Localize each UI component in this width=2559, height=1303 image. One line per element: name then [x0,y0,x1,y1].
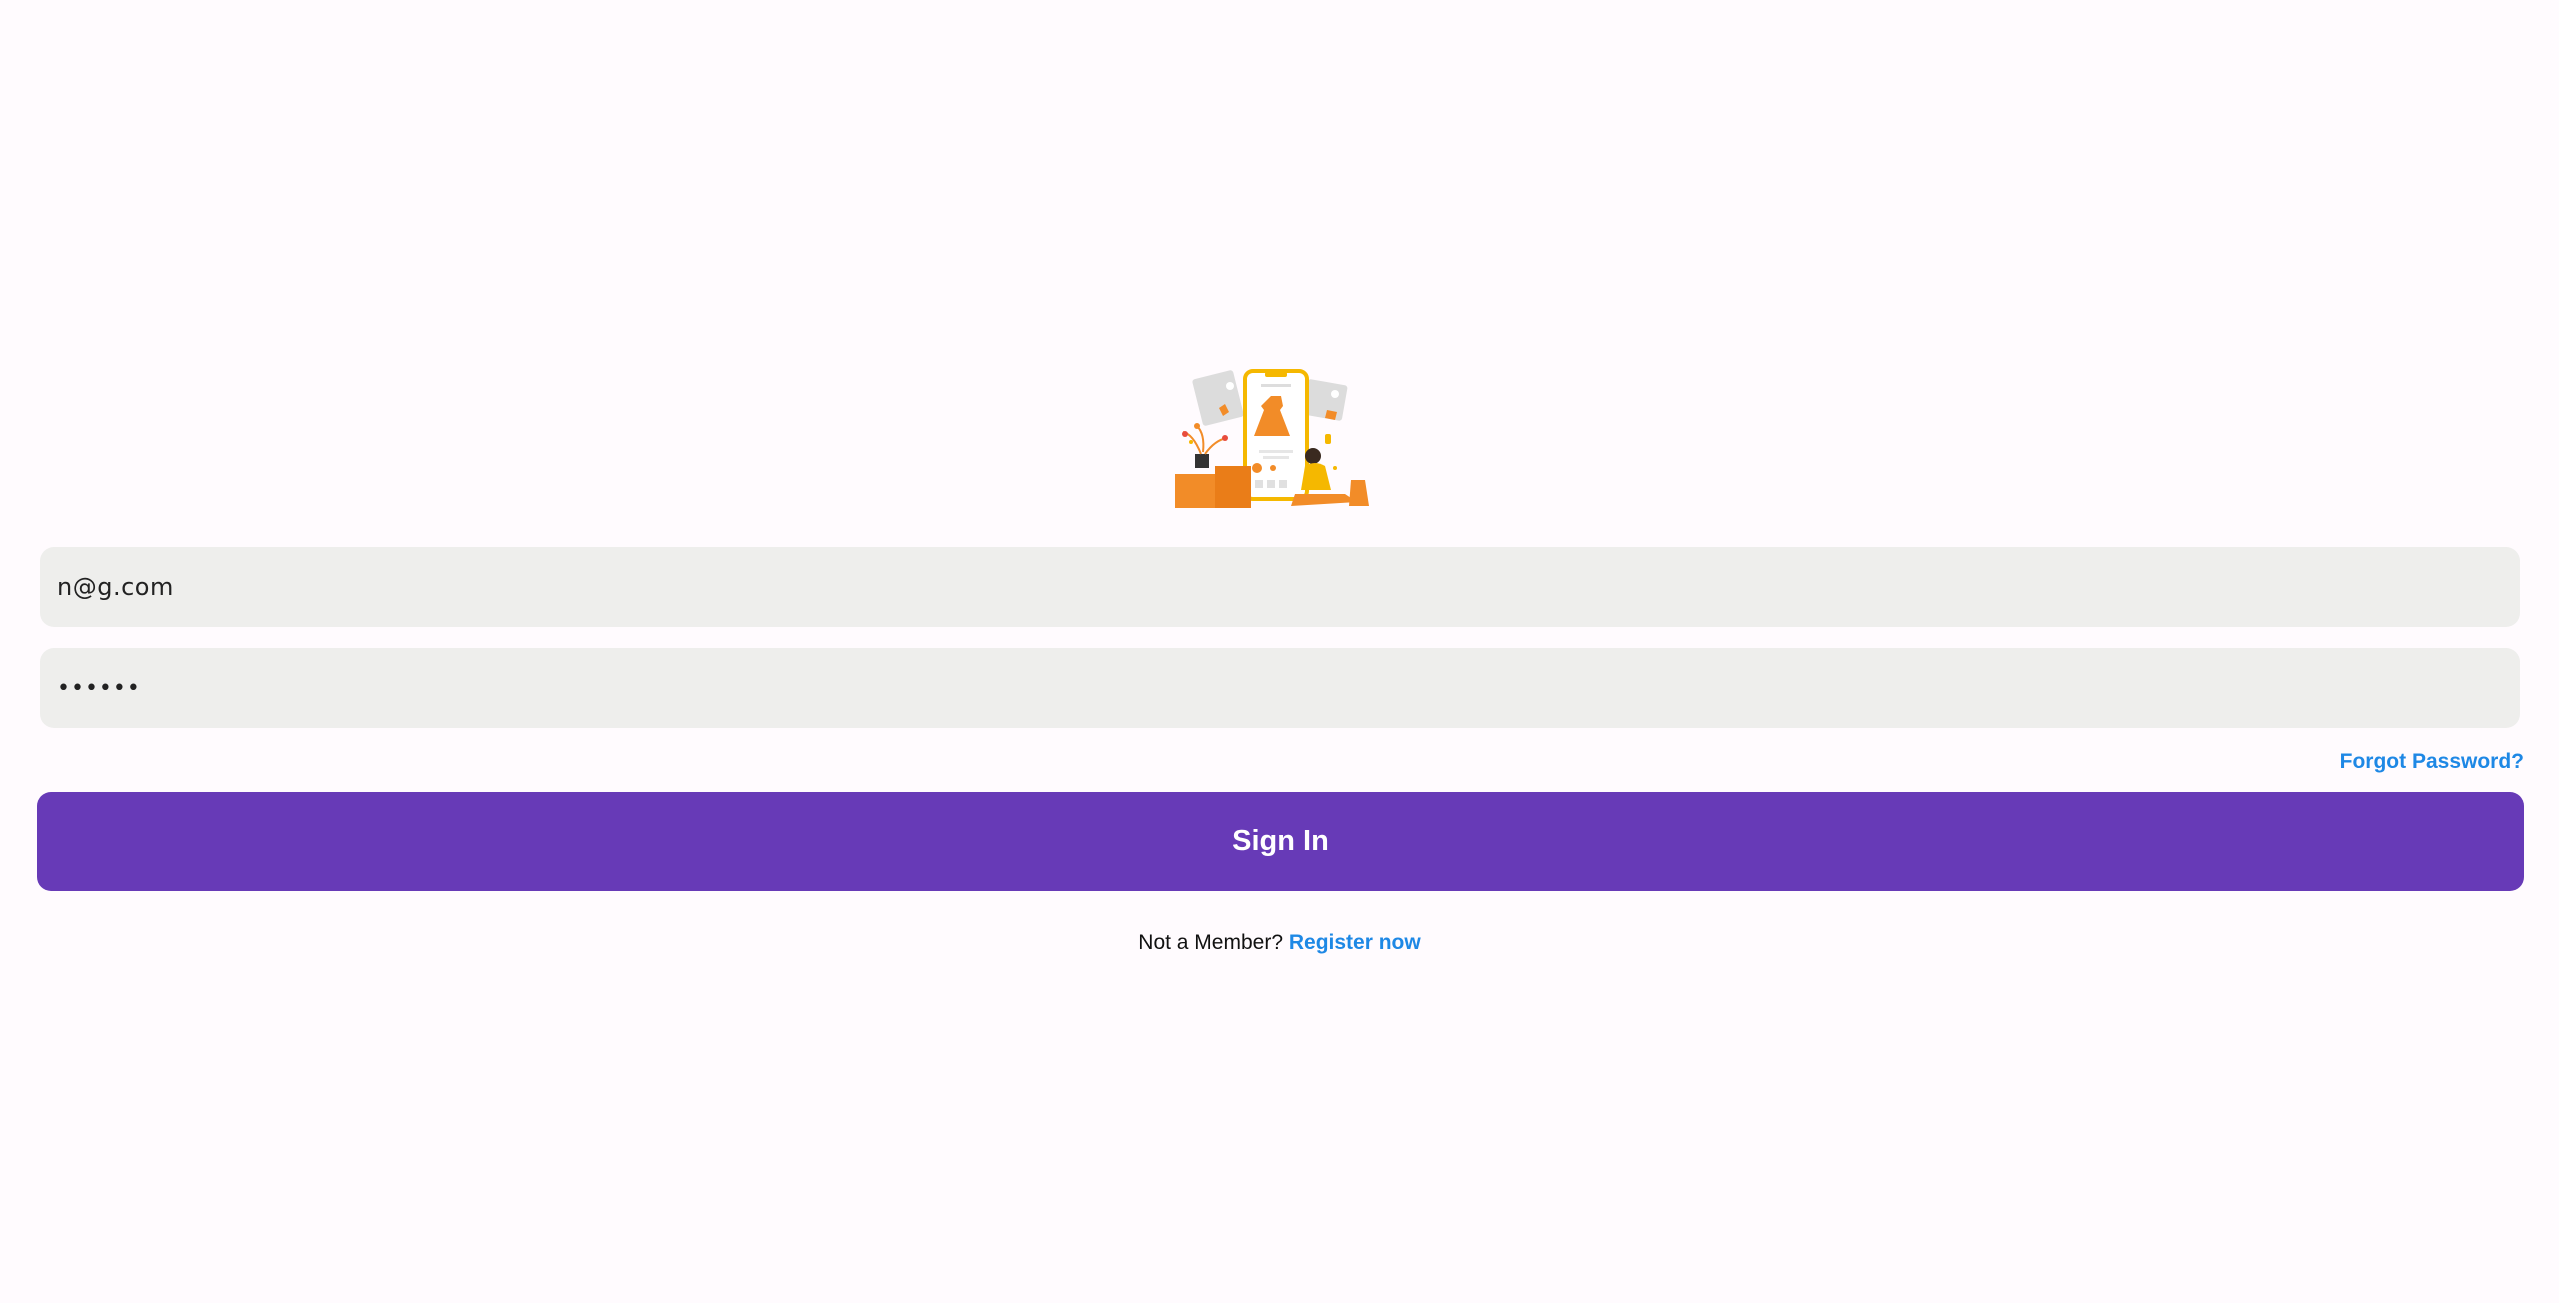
forgot-password-link[interactable]: Forgot Password? [2340,750,2524,774]
sign-in-label: Sign In [1232,825,1329,857]
register-now-link[interactable]: Register now [1289,931,1421,954]
email-value: n@g.com [57,573,174,601]
email-field[interactable]: n@g.com [40,547,2520,627]
not-member-text: Not a Member? [1138,931,1284,954]
sign-in-button[interactable]: Sign In [37,792,2524,891]
shopping-illustration-icon [1175,369,1369,508]
password-field[interactable]: •••••• [40,648,2520,728]
register-prompt: Not a Member? Register now [0,931,2559,955]
login-page: n@g.com •••••• Forgot Password? Sign In … [0,0,2559,1303]
password-value: •••••• [57,675,141,701]
